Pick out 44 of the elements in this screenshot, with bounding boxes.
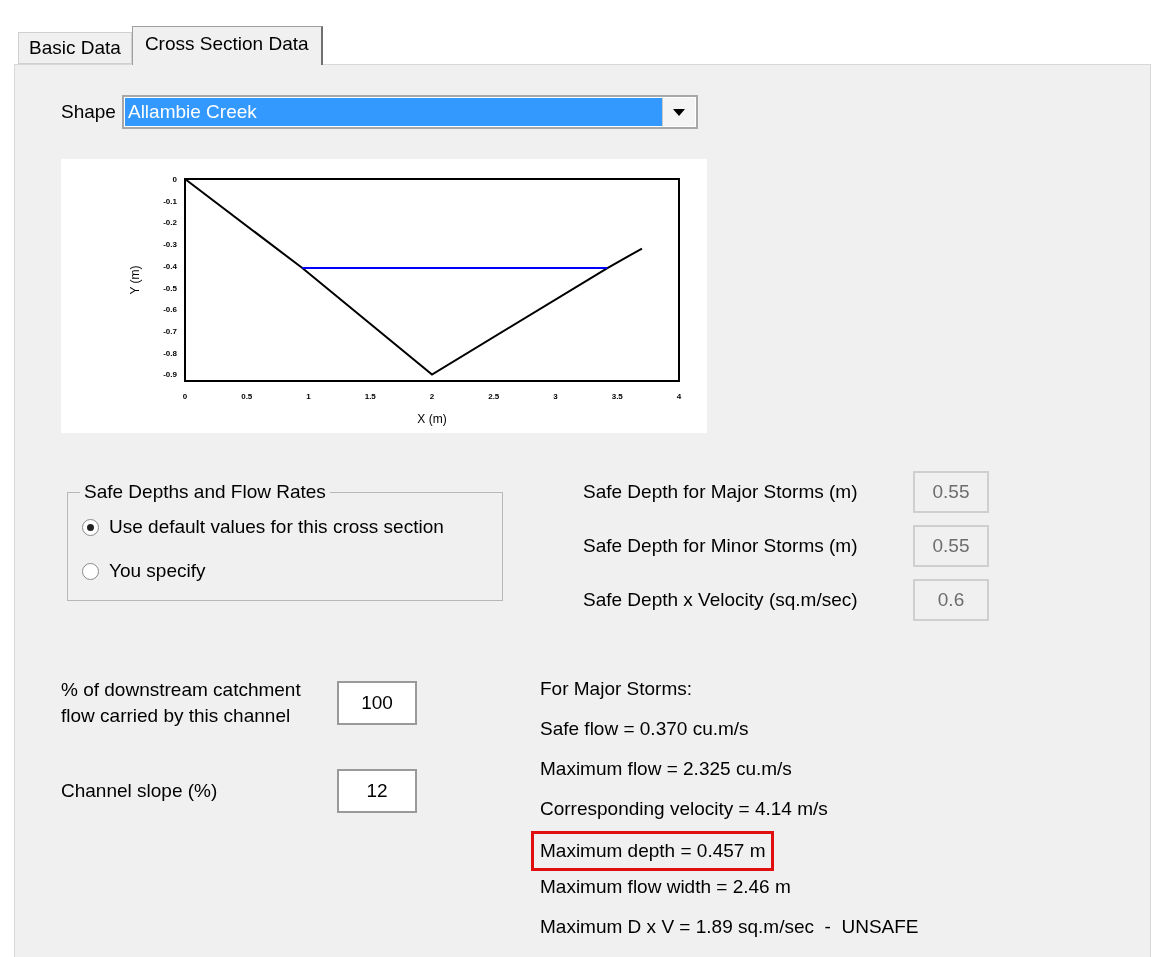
y-tick-label: -0.7	[163, 327, 177, 337]
input-field[interactable]: 12	[337, 769, 417, 813]
radio-button[interactable]	[82, 518, 99, 536]
y-tick-label: -0.2	[163, 218, 177, 228]
x-tick-label: 1	[306, 392, 311, 401]
radio-label[interactable]: You specify	[109, 560, 206, 582]
field-label: Channel slope (%)	[61, 779, 219, 803]
caret-icon	[672, 108, 685, 116]
x-tick-label: 4	[676, 392, 682, 401]
x-tick-label: 2	[429, 392, 435, 401]
y-tick-label: -0.6	[163, 305, 177, 315]
y-tick-label: -0.1	[163, 196, 177, 206]
x-tick-label: 0	[182, 392, 188, 401]
input-field[interactable]: 100	[337, 681, 417, 725]
y-tick-label: -0.3	[163, 240, 177, 250]
radio-button[interactable]	[82, 562, 99, 580]
x-tick-label: 2.5	[488, 392, 500, 401]
shape-label: Shape	[61, 101, 116, 123]
tab[interactable]: Basic Data	[18, 32, 132, 64]
tab[interactable]: Cross Section Data	[131, 26, 323, 65]
y-tick-label: 0	[172, 175, 177, 184]
result-text: Safe flow = 0.370 cu.m/s	[539, 717, 750, 741]
radio-label[interactable]: Use default values for this cross section	[109, 516, 444, 538]
y-tick-label: -0.8	[163, 348, 177, 358]
field-label: Safe Depth for Minor Storms (m)	[583, 535, 859, 557]
result-text: Corresponding velocity = 4.14 m/s	[539, 797, 829, 821]
y-tick-label: -0.4	[163, 261, 177, 271]
result-text: Maximum flow = 2.325 cu.m/s	[539, 757, 793, 781]
group-title: Safe Depths and Flow Rates	[83, 481, 327, 503]
y-tick-label: -0.5	[163, 283, 177, 293]
field-label: % of downstream catchment flow carried by this channel	[61, 678, 302, 728]
x-tick-label: 0.5	[241, 392, 253, 401]
y-tick-label: -0.9	[163, 370, 177, 380]
result-text: Maximum D x V = 1.89 sq.m/sec - UNSAFE	[539, 915, 920, 939]
result-text: Maximum flow width = 2.46 m	[539, 875, 792, 899]
x-tick-label: 3.5	[611, 392, 623, 401]
x-axis-title: X (m)	[417, 412, 447, 426]
y-axis-title: Y (m)	[128, 265, 142, 295]
x-tick-label: 1.5	[364, 392, 376, 401]
field-label: Safe Depth for Major Storms (m)	[583, 481, 859, 503]
result-text: For Major Storms:	[539, 677, 694, 701]
field-label: Safe Depth x Velocity (sq.m/sec)	[583, 589, 859, 611]
highlighted-result: Maximum depth = 0.457 m	[531, 831, 775, 871]
x-tick-label: 3	[553, 392, 558, 401]
